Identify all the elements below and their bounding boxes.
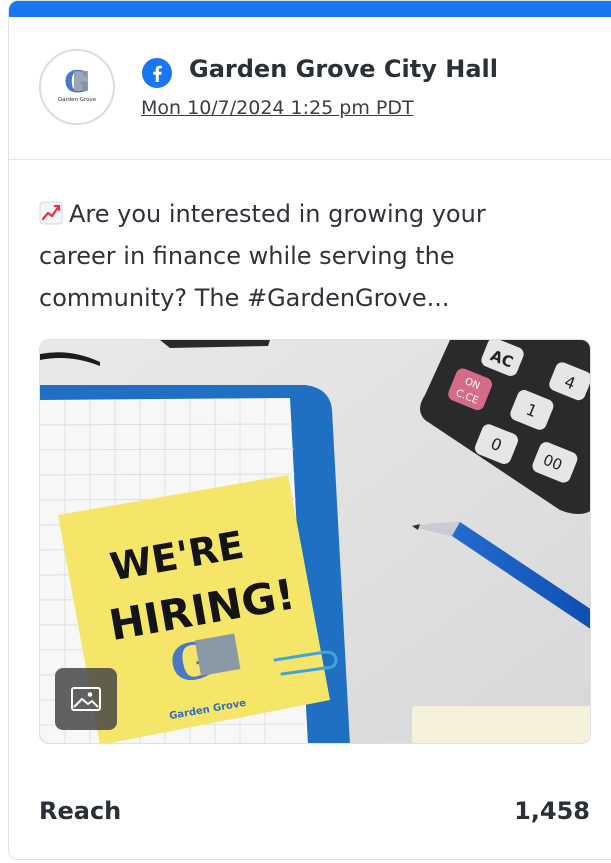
svg-text:Garden Grove: Garden Grove (58, 97, 97, 103)
accent-bar (9, 1, 611, 17)
hiring-photo: WE'RE HIRING! G Garden Grove AC 4 ON C.C… (40, 340, 590, 743)
post-text: Are you interested in growing your caree… (39, 193, 559, 319)
trend-chart-icon (39, 201, 63, 225)
garden-grove-logo: G Garden Grove (58, 65, 97, 103)
page-avatar[interactable]: G Garden Grove (39, 49, 115, 125)
page-name[interactable]: Garden Grove City Hall (189, 55, 498, 83)
reach-label: Reach (39, 797, 122, 825)
notepad (412, 706, 590, 743)
image-type-badge[interactable] (55, 668, 117, 730)
post-date-link[interactable]: Mon 10/7/2024 1:25 pm PDT (141, 97, 414, 119)
post-header: G Garden Grove Garden Grove City Hall Mo… (9, 17, 611, 160)
reach-value: 1,458 (514, 797, 590, 825)
image-icon (71, 687, 101, 711)
facebook-icon (142, 58, 172, 88)
post-image[interactable]: WE'RE HIRING! G Garden Grove AC 4 ON C.C… (39, 339, 591, 744)
post-text-content: Are you interested in growing your caree… (39, 200, 486, 312)
post-card[interactable]: G Garden Grove Garden Grove City Hall Mo… (8, 0, 611, 860)
